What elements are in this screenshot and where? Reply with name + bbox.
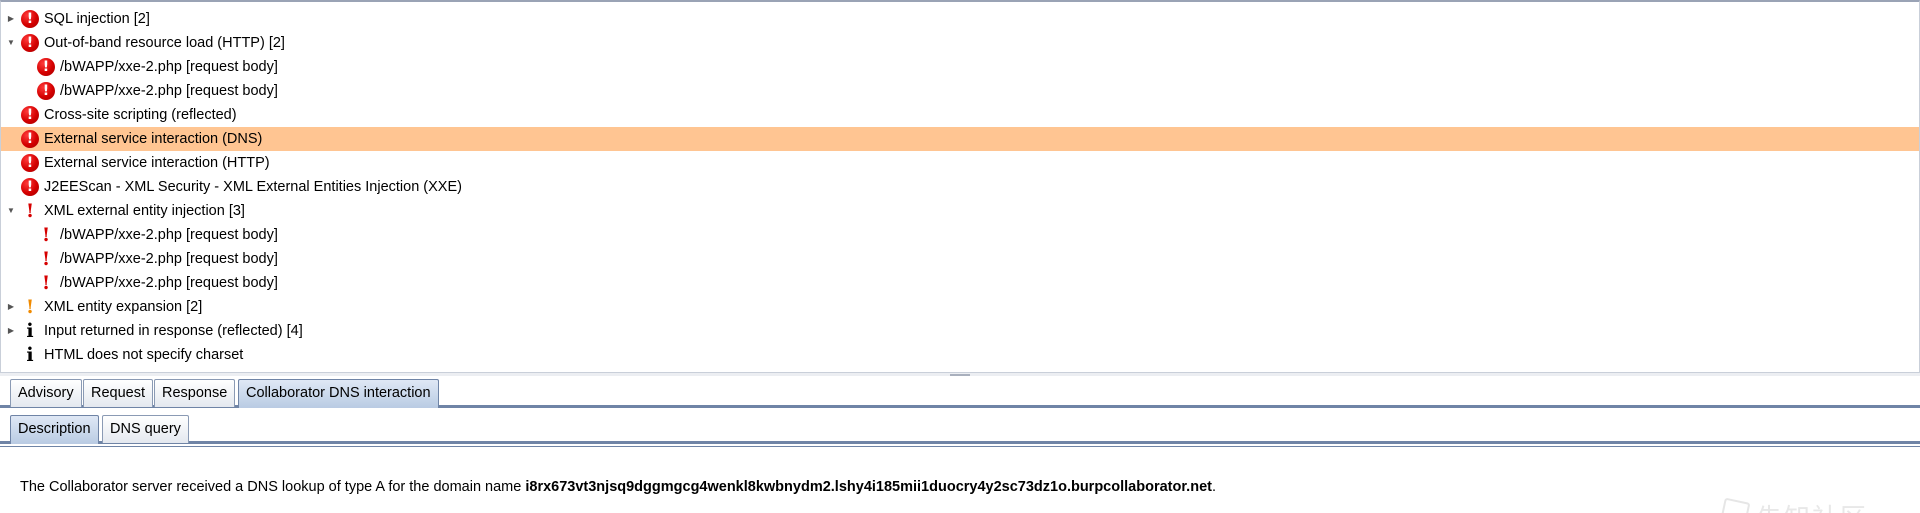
- tab-collaborator-dns-interaction[interactable]: Collaborator DNS interaction: [238, 379, 439, 408]
- high-severity-icon: !: [21, 130, 39, 148]
- issue-instance-row[interactable]: ! /bWAPP/xxe-2.php [request body]: [1, 79, 1919, 103]
- watermark: 先知社区: [1712, 497, 1912, 513]
- high-severity-icon: !: [21, 106, 39, 124]
- issue-label: Input returned in response (reflected) […: [44, 323, 303, 339]
- burp-issue-viewer: ▶! SQL injection [2] ▼! Out-of-band resourc…: [0, 0, 1920, 513]
- issue-instance-row[interactable]: ! /bWAPP/xxe-2.php [request body]: [1, 223, 1919, 247]
- issue-row[interactable]: ▶! SQL injection [2]: [1, 7, 1919, 31]
- medium-severity-icon: !: [41, 224, 51, 246]
- high-severity-icon: !: [21, 178, 39, 196]
- high-severity-icon: !: [21, 34, 39, 52]
- issue-label: XML external entity injection [3]: [44, 203, 245, 219]
- issue-row[interactable]: ▼! XML external entity injection [3]: [1, 199, 1919, 223]
- issue-tree[interactable]: ▶! SQL injection [2] ▼! Out-of-band resourc…: [0, 0, 1920, 372]
- medium-severity-icon: !: [25, 200, 35, 222]
- issue-row[interactable]: ▶ i Input returned in response (reflected)…: [1, 319, 1919, 343]
- issue-row[interactable]: ! External service interaction (DNS): [1, 127, 1919, 151]
- description-text: The Collaborator server received a DNS l…: [20, 479, 1216, 495]
- tab-response[interactable]: Response: [154, 379, 236, 407]
- issue-row[interactable]: ! J2EEScan - XML Security - XML External …: [1, 175, 1919, 199]
- issue-instance-row[interactable]: ! /bWAPP/xxe-2.php [request body]: [1, 271, 1919, 295]
- issue-label: /bWAPP/xxe-2.php [request body]: [60, 275, 278, 291]
- high-severity-icon: !: [37, 58, 55, 76]
- secondary-tabbar: Description DNS query: [0, 412, 1920, 444]
- medium-severity-icon: !: [41, 248, 51, 270]
- collaborator-domain: i8rx673vt3njsq9dggmgcg4wenkl8kwbnydm2.ls…: [525, 479, 1212, 495]
- issue-row[interactable]: ▼! Out-of-band resource load (HTTP) [2]: [1, 31, 1919, 55]
- issue-label: /bWAPP/xxe-2.php [request body]: [60, 227, 278, 243]
- issue-label: /bWAPP/xxe-2.php [request body]: [60, 59, 278, 75]
- issue-label: XML entity expansion [2]: [44, 299, 203, 315]
- tab-dns-query[interactable]: DNS query: [102, 415, 189, 443]
- issue-label: Out-of-band resource load (HTTP) [2]: [44, 35, 285, 51]
- info-severity-icon: i: [26, 320, 34, 342]
- high-severity-icon: !: [21, 10, 39, 28]
- primary-tabbar: Advisory Request Response Collaborator D…: [0, 376, 1920, 408]
- collapsed-arrow-icon[interactable]: ▶: [5, 295, 17, 319]
- issue-label: External service interaction (DNS): [44, 131, 263, 147]
- info-severity-icon: i: [26, 344, 34, 366]
- tab-description[interactable]: Description: [10, 415, 99, 444]
- issue-row[interactable]: i HTML does not specify charset: [1, 343, 1919, 367]
- expanded-arrow-icon[interactable]: ▼: [5, 31, 17, 55]
- issue-row[interactable]: ▶! XML entity expansion [2]: [1, 295, 1919, 319]
- issue-label: /bWAPP/xxe-2.php [request body]: [60, 83, 278, 99]
- issue-row[interactable]: ! Cross-site scripting (reflected): [1, 103, 1919, 127]
- issue-instance-row[interactable]: ! /bWAPP/xxe-2.php [request body]: [1, 247, 1919, 271]
- low-severity-icon: !: [25, 296, 35, 318]
- issue-label: Cross-site scripting (reflected): [44, 107, 237, 123]
- issue-label: External service interaction (HTTP): [44, 155, 270, 171]
- issue-row[interactable]: ! External service interaction (HTTP): [1, 151, 1919, 175]
- description-suffix: .: [1211, 479, 1216, 495]
- tab-advisory[interactable]: Advisory: [10, 379, 82, 407]
- issue-tree-rows: ▶! SQL injection [2] ▼! Out-of-band resourc…: [1, 7, 1919, 367]
- issue-label: HTML does not specify charset: [44, 347, 244, 363]
- high-severity-icon: !: [21, 154, 39, 172]
- high-severity-icon: !: [37, 82, 55, 100]
- tab-request[interactable]: Request: [83, 379, 154, 407]
- watermark-text: 先知社区: [1756, 498, 1868, 513]
- description-pane: The Collaborator server received a DNS l…: [0, 446, 1920, 513]
- expanded-arrow-icon[interactable]: ▼: [5, 199, 17, 223]
- issue-label: /bWAPP/xxe-2.php [request body]: [60, 251, 278, 267]
- collapsed-arrow-icon[interactable]: ▶: [5, 319, 17, 343]
- medium-severity-icon: !: [41, 272, 51, 294]
- issue-label: SQL injection [2]: [44, 11, 150, 27]
- issue-instance-row[interactable]: ! /bWAPP/xxe-2.php [request body]: [1, 55, 1919, 79]
- collapsed-arrow-icon[interactable]: ▶: [5, 7, 17, 31]
- watermark-logo-icon: [1719, 497, 1751, 513]
- issue-label: J2EEScan - XML Security - XML External E…: [44, 179, 462, 195]
- secondary-tabbar-baseline: [0, 441, 1920, 444]
- description-prefix: The Collaborator server received a DNS l…: [20, 479, 526, 495]
